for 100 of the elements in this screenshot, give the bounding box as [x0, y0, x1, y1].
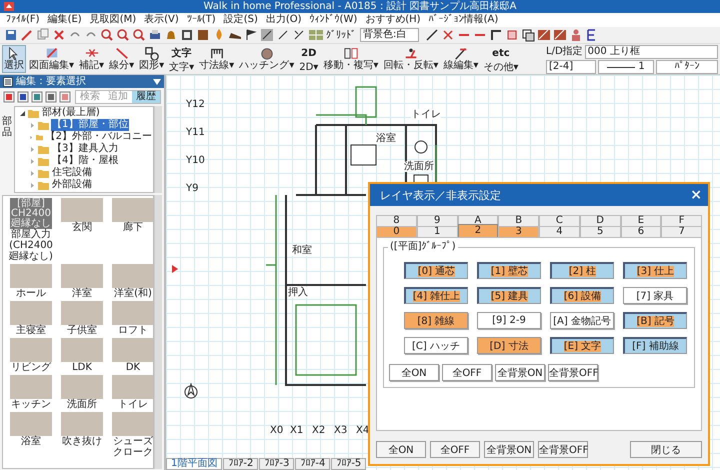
menu-item[interactable]: ｳｨﾝﾄﾞｳ(W): [310, 14, 358, 26]
floor-tab[interactable]: ﾌﾛｱ-4: [295, 458, 330, 470]
layer-tab[interactable]: B: [498, 215, 539, 226]
menu-item[interactable]: 表示(V): [144, 14, 179, 26]
tool-button[interactable]: 線編集▾: [441, 45, 480, 73]
tree-item[interactable]: 【1】部屋・部位: [51, 119, 130, 131]
action-button[interactable]: 全背景OFF: [538, 441, 588, 458]
floor-tab[interactable]: ﾌﾛｱ-5: [331, 458, 366, 470]
tool-button[interactable]: etc その他▾: [481, 45, 520, 73]
tool-button[interactable]: 図面編集▾: [27, 45, 76, 73]
layer-button[interactable]: [8] 雑線: [404, 312, 468, 329]
delete-icon[interactable]: [52, 28, 66, 42]
layers-icon[interactable]: [521, 28, 536, 42]
scrollbar[interactable]: [154, 195, 162, 469]
collapse-icon[interactable]: [19, 110, 26, 116]
action-button[interactable]: 全OFF: [430, 441, 480, 458]
zoom-icon[interactable]: [116, 28, 130, 42]
layer-tab[interactable]: F: [661, 215, 702, 226]
zoom-in-icon[interactable]: [100, 28, 114, 42]
layer-button[interactable]: [F] 補助線: [623, 337, 687, 354]
layer-button[interactable]: [7] 家具: [623, 287, 687, 304]
layer-button[interactable]: [9] 2-9: [477, 312, 541, 329]
layer-tab[interactable]: 1: [416, 226, 458, 237]
group-action-button[interactable]: 全ON: [389, 364, 439, 381]
tool-button[interactable]: 補記▾: [77, 45, 106, 73]
expand-icon[interactable]: [29, 158, 36, 164]
menu-item[interactable]: ﾌｧｲﾙ(F): [6, 14, 40, 26]
layer-button[interactable]: [A] 金物記号: [550, 312, 614, 329]
layer-button[interactable]: [D] 寸法: [477, 337, 541, 354]
square-icon[interactable]: [505, 28, 520, 42]
menu-item[interactable]: ﾊﾞｰｼﾞｮﾝ情報(A): [428, 14, 498, 26]
quarter-icon[interactable]: [292, 28, 306, 42]
expand-icon[interactable]: [29, 170, 36, 176]
group-action-button[interactable]: 全背景OFF: [548, 364, 598, 381]
tool-button[interactable]: 2D 2D▾: [297, 45, 320, 73]
action-button[interactable]: 全ON: [376, 441, 426, 458]
expand-icon[interactable]: [29, 182, 36, 188]
menu-item[interactable]: 見取図(M): [90, 14, 136, 26]
layer-tab[interactable]: 3: [498, 226, 539, 237]
dropdown-icon[interactable]: [153, 78, 161, 84]
tool-button[interactable]: 移動・複写▾: [321, 45, 380, 73]
window-icon[interactable]: [180, 28, 194, 42]
layer-tab[interactable]: 4: [539, 226, 580, 237]
group-action-button[interactable]: 全背景ON: [495, 364, 545, 381]
tree-item[interactable]: 外部設備: [51, 179, 93, 191]
layer-tab[interactable]: 8: [376, 215, 417, 226]
tool-button[interactable]: 文字 文字▾: [167, 45, 196, 73]
cross-icon[interactable]: [441, 28, 456, 42]
layer-button[interactable]: [C] ハッチ: [404, 337, 468, 354]
layer-button[interactable]: [E] 文字: [550, 337, 614, 354]
ld-select[interactable]: 000 上り框: [584, 45, 718, 59]
layer-button[interactable]: [B] 記号: [623, 312, 687, 329]
tool-button[interactable]: ハッチング▾: [237, 45, 296, 73]
layer-button[interactable]: [4] 雑仕上: [404, 287, 468, 304]
pattern-button[interactable]: ﾊﾟﾀｰﾝ: [656, 60, 718, 74]
close-button[interactable]: ×: [690, 187, 702, 203]
layer-button[interactable]: [1] 壁芯: [477, 262, 541, 279]
layer-tab[interactable]: 9: [416, 215, 458, 226]
layer-tab[interactable]: 2: [458, 224, 498, 237]
range-field[interactable]: [2-4]: [546, 60, 596, 74]
expand-icon[interactable]: [29, 122, 36, 128]
tree-item[interactable]: 【3】建具入力: [51, 143, 120, 155]
layer-tab[interactable]: 0: [376, 226, 417, 237]
preset-tile[interactable]: [部屋] CH2400 廻縁なし: [10, 198, 52, 229]
half-icon[interactable]: [276, 28, 290, 42]
panel-tab[interactable]: 履歴: [132, 90, 160, 102]
menu-item[interactable]: 出力(O): [266, 14, 302, 26]
menu-item[interactable]: ﾂｰﾙ(T): [186, 14, 216, 26]
expand-icon[interactable]: [29, 146, 36, 152]
layer-tab[interactable]: E: [620, 215, 662, 226]
layer-button[interactable]: [5] 建具: [477, 287, 541, 304]
menu-item[interactable]: おすすめ(H): [365, 14, 421, 26]
scrollbar[interactable]: [154, 106, 162, 193]
floor-tab[interactable]: ﾌﾛｱ-2: [223, 458, 258, 470]
close-dialog-button[interactable]: 閉じる: [630, 441, 702, 458]
tree-item[interactable]: 【2】外部・バルコニー: [44, 131, 153, 143]
printer-icon[interactable]: [148, 28, 162, 42]
bell-icon[interactable]: [164, 28, 178, 42]
box-icon[interactable]: [196, 28, 210, 42]
menu-item[interactable]: 設定(S): [224, 14, 258, 26]
menu-item[interactable]: 編集(E): [48, 14, 82, 26]
tool-button[interactable]: 寸法線▾: [197, 45, 236, 73]
tree-item[interactable]: 【4】階・屋根: [51, 155, 120, 167]
tool-button[interactable]: 選択: [2, 45, 26, 73]
save-icon[interactable]: [4, 28, 18, 42]
tree-item[interactable]: 住宅設備: [51, 167, 93, 179]
layer-tab[interactable]: 6: [620, 226, 662, 237]
layer-tab[interactable]: D: [580, 215, 620, 226]
zoom-out-icon[interactable]: [132, 28, 146, 42]
snap-icon[interactable]: [260, 28, 274, 42]
floor-tab[interactable]: ﾌﾛｱ-3: [259, 458, 294, 470]
line-width-field[interactable]: 1: [598, 60, 654, 74]
layer-button[interactable]: [2] 柱: [550, 262, 614, 279]
action-button[interactable]: 全背景ON: [484, 441, 534, 458]
corner-icon[interactable]: [489, 28, 504, 42]
layer-tab[interactable]: C: [539, 215, 580, 226]
expand-icon[interactable]: [29, 134, 34, 140]
layer-tab[interactable]: 5: [580, 226, 620, 237]
tool-button[interactable]: 回転・反転▾: [381, 45, 440, 73]
layer-button[interactable]: [3] 仕上: [623, 262, 687, 279]
